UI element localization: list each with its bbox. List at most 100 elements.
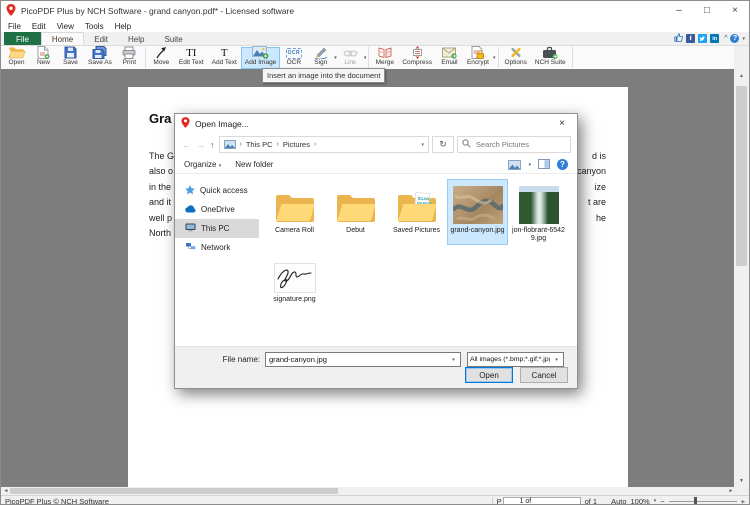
- scroll-up-icon[interactable]: ▲: [734, 69, 749, 82]
- open-dialog-button[interactable]: Open: [465, 367, 513, 383]
- search-box[interactable]: [457, 136, 571, 153]
- horizontal-scroll-thumb[interactable]: [10, 488, 338, 494]
- menu-view[interactable]: View: [57, 22, 74, 31]
- close-button[interactable]: ×: [721, 1, 749, 20]
- search-input[interactable]: [474, 139, 566, 150]
- zoom-slider[interactable]: [669, 497, 737, 505]
- tab-home[interactable]: Home: [41, 32, 84, 45]
- nch-suite-button[interactable]: NCH Suite: [531, 47, 570, 69]
- encrypt-button[interactable]: Encrypt: [463, 47, 493, 69]
- sign-button[interactable]: Sign: [307, 47, 334, 69]
- filename-label: File name:: [175, 355, 265, 364]
- linkedin-icon[interactable]: in: [710, 34, 719, 43]
- menu-edit[interactable]: Edit: [32, 22, 46, 31]
- sidebar-item-network[interactable]: Network: [175, 238, 259, 257]
- file-jon-flobrant[interactable]: jon-flobrant-65429.jpg: [508, 179, 569, 245]
- new-folder-button[interactable]: New folder: [235, 160, 273, 169]
- zoom-mode[interactable]: Auto: [611, 497, 626, 505]
- crumb-pictures[interactable]: Pictures: [283, 140, 310, 149]
- signature-thumbnail: [274, 251, 316, 293]
- merge-button[interactable]: Merge: [371, 47, 398, 69]
- new-button[interactable]: New: [30, 47, 57, 69]
- maximize-button[interactable]: □: [693, 1, 721, 20]
- sidebar-item-quick-access[interactable]: Quick access: [175, 181, 259, 200]
- move-button[interactable]: Move: [148, 47, 175, 69]
- refresh-icon[interactable]: ↻: [432, 136, 454, 153]
- file-saved-pictures[interactable]: SCANPAPER Saved Pictures: [386, 179, 447, 245]
- crumb-this-pc[interactable]: This PC: [246, 140, 273, 149]
- filetype-combo[interactable]: All images (*.bmp;*.gif;*.jpg;*.jp ▾: [467, 352, 564, 367]
- ocr-button[interactable]: OCR OCR: [280, 47, 307, 69]
- tab-edit[interactable]: Edit: [84, 32, 118, 45]
- filetype-dropdown-icon[interactable]: ▾: [550, 357, 563, 363]
- document-heading: Gra: [149, 111, 171, 126]
- file-signature[interactable]: signature.png: [264, 248, 325, 306]
- encrypt-dropdown-caret-icon[interactable]: ▾: [493, 55, 496, 61]
- organize-button[interactable]: Organize ▾: [184, 160, 221, 169]
- filename-dropdown-icon[interactable]: ▾: [447, 357, 460, 363]
- app-logo-icon: [6, 4, 16, 18]
- briefcase-icon: [542, 46, 558, 59]
- up-icon[interactable]: ↑: [209, 140, 216, 150]
- vertical-scrollbar[interactable]: ▲ ▼: [734, 69, 749, 487]
- preview-pane-icon[interactable]: [538, 159, 550, 171]
- options-tools-icon: [509, 46, 523, 59]
- open-image-dialog: Open Image... × ← → ↑ › This PC › Pictur…: [174, 113, 578, 389]
- menu-tools[interactable]: Tools: [85, 22, 104, 31]
- dialog-close-button[interactable]: ×: [547, 114, 577, 133]
- menu-file[interactable]: File: [8, 22, 21, 31]
- cancel-button[interactable]: Cancel: [520, 367, 568, 383]
- view-dropdown-caret-icon[interactable]: ▾: [528, 162, 531, 168]
- zoom-percent[interactable]: 100%: [631, 497, 650, 505]
- cloud-icon: [185, 205, 196, 215]
- print-button[interactable]: Print: [116, 47, 143, 69]
- dialog-help-icon[interactable]: ?: [557, 159, 568, 170]
- edit-text-icon: TI: [186, 48, 196, 59]
- sidebar-item-this-pc[interactable]: This PC: [175, 219, 259, 238]
- twitter-icon[interactable]: [698, 34, 707, 43]
- add-text-button[interactable]: T Add Text: [208, 47, 241, 69]
- options-button[interactable]: Options: [501, 47, 531, 69]
- facebook-icon[interactable]: f: [686, 34, 695, 43]
- file-camera-roll[interactable]: Camera Roll: [264, 179, 325, 245]
- tab-help[interactable]: Help: [118, 32, 154, 45]
- link-button[interactable]: Link: [337, 47, 364, 69]
- file-grand-canyon[interactable]: grand-canyon.jpg: [447, 179, 508, 245]
- back-icon[interactable]: ←: [181, 140, 192, 150]
- filename-input[interactable]: [266, 354, 447, 365]
- add-image-button[interactable]: Add Image: [241, 47, 280, 69]
- zoom-dropdown-caret-icon[interactable]: ▾: [654, 498, 657, 504]
- minimize-button[interactable]: –: [665, 1, 693, 20]
- page-number-input[interactable]: 1 of: [503, 497, 581, 505]
- forward-icon[interactable]: →: [195, 140, 206, 150]
- file-debut[interactable]: Debut: [325, 179, 386, 245]
- tab-suite[interactable]: Suite: [154, 32, 192, 45]
- thumbnails-view-icon[interactable]: [508, 160, 521, 170]
- zoom-in-button[interactable]: +: [741, 497, 745, 505]
- email-button[interactable]: Email: [436, 47, 463, 69]
- horizontal-scrollbar[interactable]: ◄ ►: [1, 487, 736, 495]
- scroll-right-icon[interactable]: ►: [726, 487, 736, 495]
- help-icon[interactable]: ?: [730, 34, 739, 43]
- filename-combo[interactable]: ▾: [265, 352, 461, 367]
- compress-button[interactable]: Compress: [398, 47, 436, 69]
- save-as-button[interactable]: Save As: [84, 47, 116, 69]
- zoom-slider-thumb[interactable]: [694, 497, 697, 505]
- save-button[interactable]: Save: [57, 47, 84, 69]
- link-dropdown-caret-icon[interactable]: ▾: [364, 55, 367, 61]
- menu-help[interactable]: Help: [115, 22, 131, 31]
- like-icon[interactable]: [674, 33, 683, 44]
- sidebar-item-onedrive[interactable]: OneDrive: [175, 200, 259, 219]
- zoom-out-button[interactable]: −: [660, 497, 664, 505]
- encrypt-icon: [471, 46, 484, 59]
- open-button[interactable]: Open: [3, 47, 30, 69]
- collapse-ribbon-icon[interactable]: ^: [724, 35, 727, 42]
- scroll-down-icon[interactable]: ▼: [734, 474, 749, 487]
- tab-file[interactable]: File: [4, 32, 41, 45]
- help-dropdown-caret-icon[interactable]: ▾: [742, 36, 745, 42]
- edit-text-button[interactable]: TI Edit Text: [175, 47, 208, 69]
- dialog-footer: File name: ▾ All images (*.bmp;*.gif;*.j…: [175, 346, 577, 388]
- address-bar[interactable]: › This PC › Pictures › ▾: [219, 136, 430, 153]
- vertical-scroll-thumb[interactable]: [736, 86, 747, 266]
- address-dropdown-icon[interactable]: ▾: [421, 142, 424, 148]
